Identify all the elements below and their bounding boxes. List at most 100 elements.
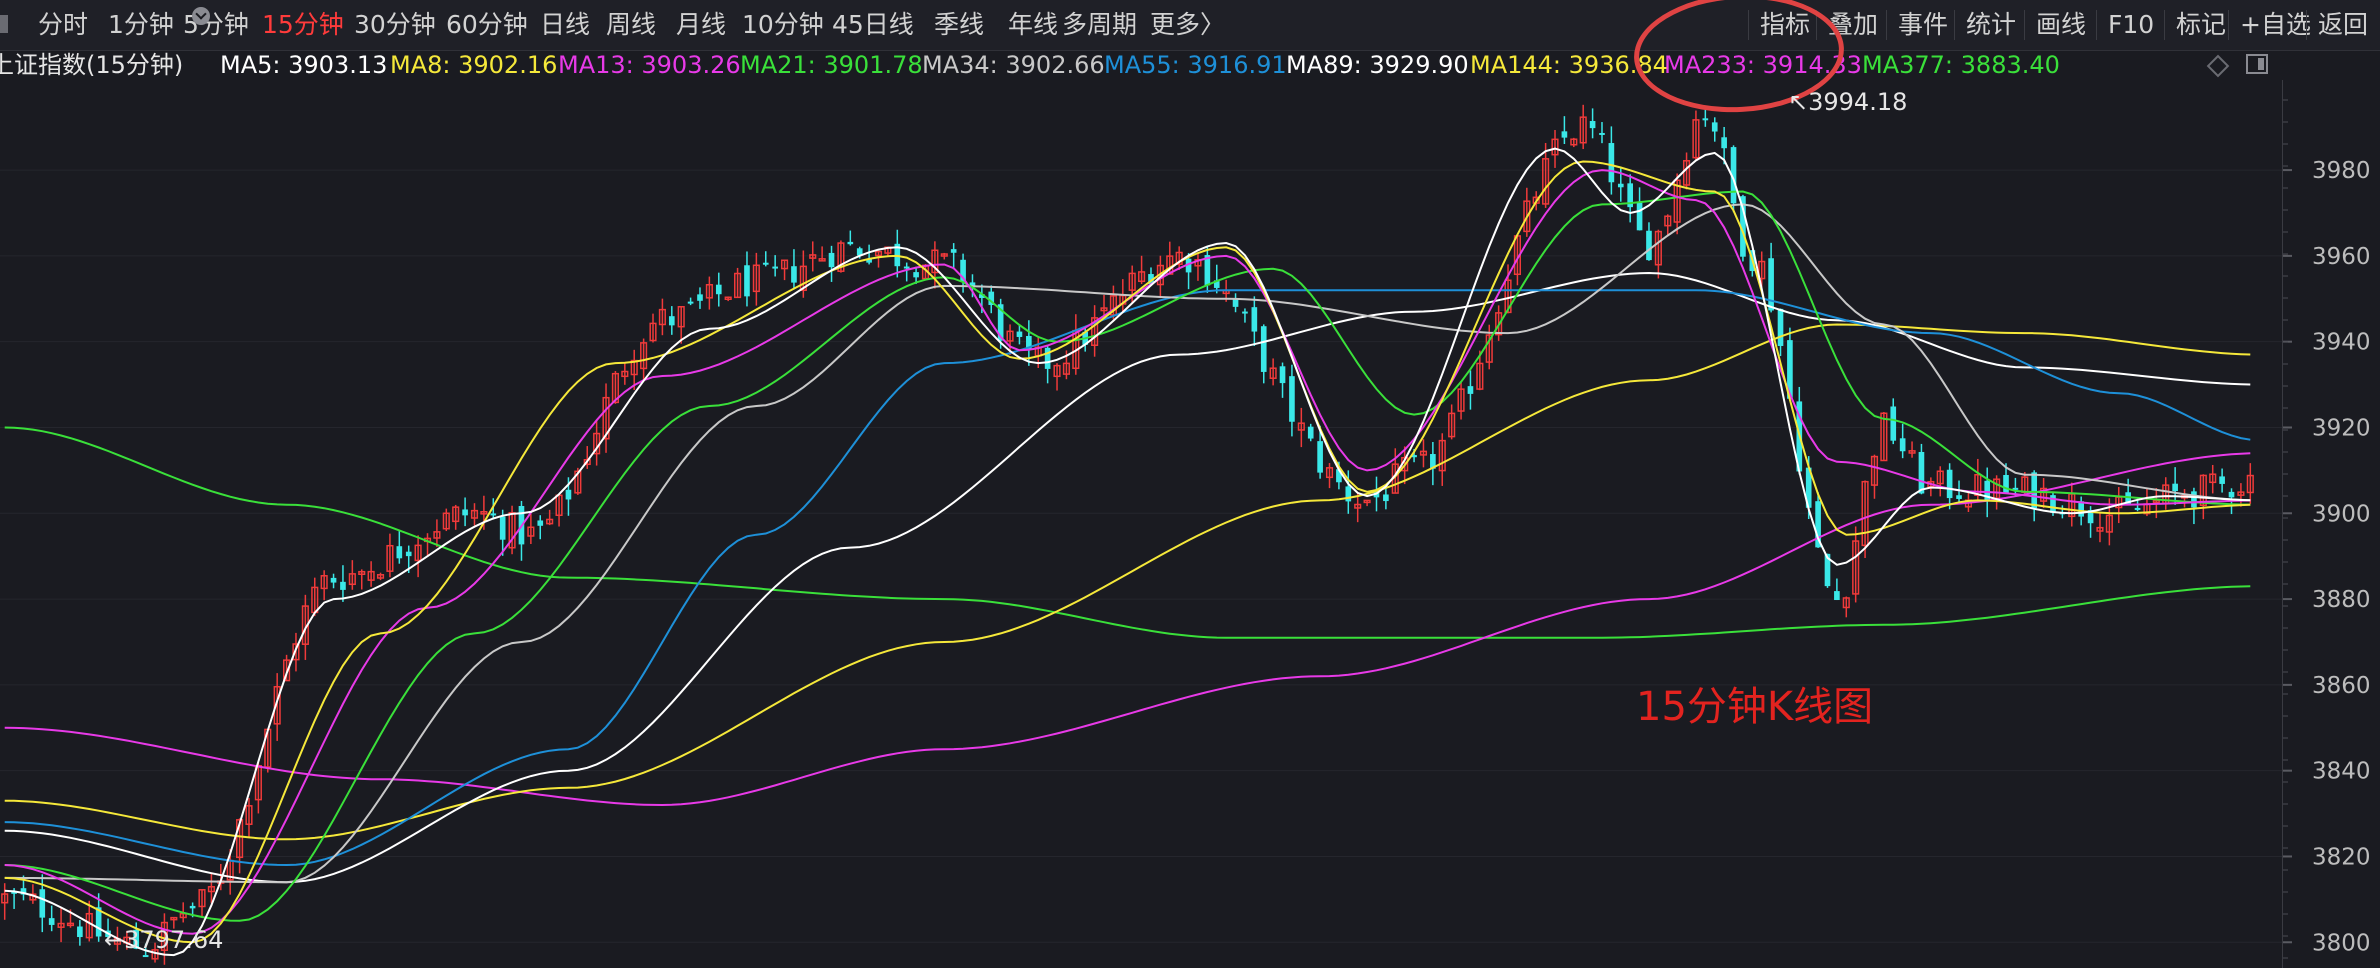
y-tick-label: 3800 [2312,930,2371,956]
toolbar-separator [2306,10,2307,40]
candle-body-down [499,516,506,540]
ma-legend-item: MA5: 3903.13 [220,51,388,79]
ma-line-ma89 [4,271,2251,884]
tool-button[interactable]: +自选 [2240,0,2311,50]
panel-toggle-icon[interactable] [2246,54,2268,74]
period-tab[interactable]: 60分钟 [446,0,528,50]
candle-body-down [950,249,957,253]
toolbar-separator [1886,10,1887,40]
y-tick-label: 3940 [2312,330,2371,356]
period-tab[interactable]: 月线 [676,0,726,50]
toolbar-separator [2164,10,2165,40]
candle-body-down [330,577,337,583]
candle-body-down [1317,441,1323,473]
period-tab[interactable]: 年线 [1008,0,1058,50]
candle-body-down [1768,258,1774,311]
candle-body-down [668,316,675,326]
candle-body-down [913,272,919,278]
candle-body-down [2003,474,2009,494]
y-tick-label: 3860 [2312,673,2371,699]
candle-body-down [791,266,797,283]
ma-legend-item: MA55: 3916.91 [1104,51,1287,79]
period-toolbar: 分时 1分钟 5分钟 15分钟 30分钟 60分钟 日线 周线 月线 10分钟 45日线 季线 年线 多周… [0,0,2380,51]
period-tab[interactable]: 日线 [540,0,590,50]
y-tick-label: 3980 [2312,158,2371,184]
low-price-label: ←3797.64 [104,926,224,954]
candle-body-down [1608,143,1615,183]
ma-line-ma55 [4,289,2251,867]
tool-button[interactable]: 统计 [1966,0,2016,50]
candle-body-down [772,266,778,269]
candle-body-down [1890,406,1897,441]
period-tab[interactable]: 多周期 [1062,0,1137,50]
kline-chart[interactable]: 3800 3820 3840 3860 3880 3900 3920 3940 3960 3980 [0,0,2380,968]
candle-body-down [2134,507,2141,510]
period-tab[interactable]: 30分钟 [354,0,436,50]
candle-body-down [2219,476,2225,484]
candle-body-down [1702,118,1709,121]
tool-button[interactable]: 事件 [1898,0,1948,50]
toolbar-separator [2024,10,2025,40]
period-tab[interactable]: 15分钟 [262,0,344,50]
y-tick-label: 3920 [2312,415,2371,441]
period-tab[interactable]: 1分钟 [108,0,174,50]
candle-body-down [1956,495,1962,499]
y-tick-label: 3960 [2312,244,2371,270]
ma-legend-item: MA89: 3929.90 [1286,51,1469,79]
toolbar-separator [2096,10,2097,40]
period-tab[interactable]: 45日线 [832,0,914,50]
candle-body-down [687,301,694,304]
candle-body-down [48,918,55,925]
candle-body-down [1251,307,1258,332]
candle-body-down [1044,347,1051,369]
ma-line-ma377 [4,426,2251,639]
tool-button[interactable]: F10 [2108,0,2154,50]
candle-body-down [1383,494,1389,502]
candle-body-down [1279,366,1286,384]
candle-body-down [697,294,703,301]
candle-body-down [1899,438,1906,452]
ma-legend-item: MA377: 3883.40 [1862,51,2060,79]
candle-body-down [847,241,854,245]
candle-body-down [715,284,722,295]
tool-button[interactable]: 标记 [2176,0,2226,50]
candle-body-down [1711,122,1718,132]
period-tab[interactable]: 更多〉 [1150,0,1225,50]
candle-body-down [1946,469,1953,499]
candle-body-down [1617,183,1624,188]
high-price-label: ↖3994.18 [1788,88,1908,116]
candle-body-down [1777,308,1784,346]
candle-body-down [1232,298,1239,307]
candle-body-down [565,489,572,500]
ma-legend-item: MA8: 3902.16 [390,51,558,79]
chart-title: 上证指数(15分钟) [0,51,184,79]
candle-body-down [1307,426,1314,439]
candle-body-down [142,955,149,958]
candle-body-down [1589,121,1596,129]
ma-info-bar: 上证指数(15分钟) MA5: 3903.13 MA8: 3902.16 MA13: … [0,50,2380,80]
y-tick-label: 3820 [2312,844,2371,870]
candle-body-down [1646,230,1652,261]
chart-annotation: 15分钟K线图 [1636,684,1874,730]
candle-body-down [2172,483,2178,492]
tool-button[interactable]: 画线 [2036,0,2086,50]
candle-body-down [1467,386,1474,394]
period-tab[interactable]: 周线 [606,0,656,50]
candle-body-down [903,266,910,269]
tool-button[interactable]: 返回 [2318,0,2368,50]
candle-body-down [537,520,544,526]
candle-body-down [340,581,346,590]
period-tab[interactable]: 10分钟 [742,0,824,50]
candle-body-down [1721,137,1727,149]
candle-body-down [2031,472,2038,509]
candle-body-down [1918,451,1925,494]
candle-body-down [189,905,196,909]
period-tab[interactable]: 5分钟 [183,0,249,50]
ma-legend-item: MA13: 3903.26 [558,51,741,79]
period-tab[interactable]: 季线 [934,0,984,50]
ma-line-ma34 [4,203,2251,884]
period-tab[interactable]: 分时 [38,0,88,50]
candle-body-down [462,509,468,516]
ma-settings-toggle-icon[interactable] [192,7,210,25]
y-axis-line [2282,80,2283,968]
